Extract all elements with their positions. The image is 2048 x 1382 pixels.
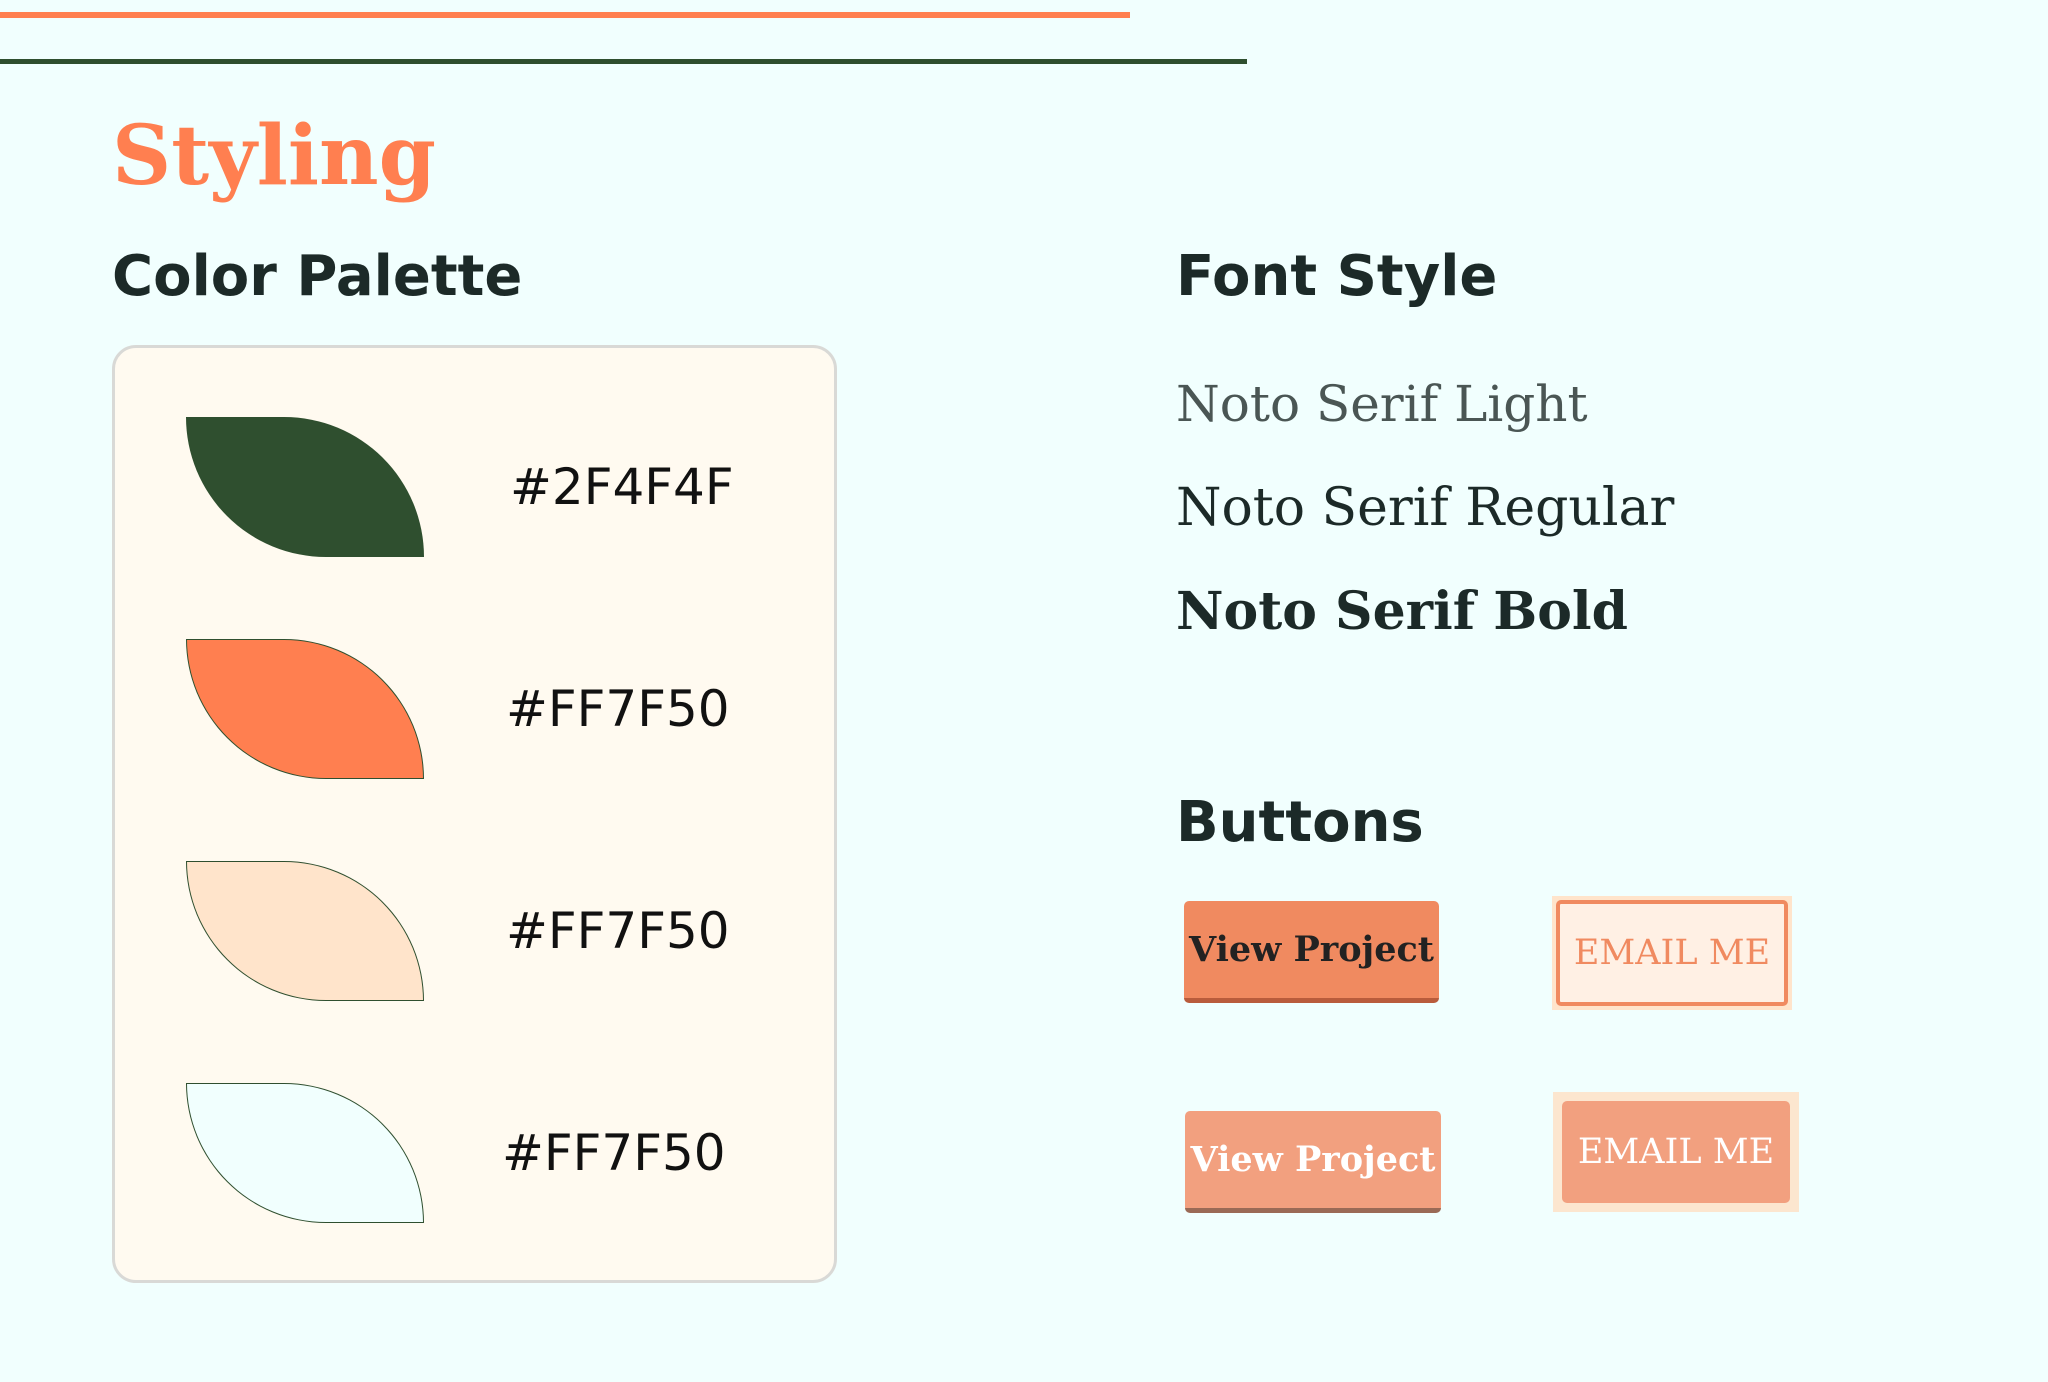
font-sample-bold: Noto Serif Bold bbox=[1176, 581, 1629, 642]
font-style-heading: Font Style bbox=[1176, 244, 1498, 309]
color-swatch bbox=[186, 1083, 424, 1223]
email-me-filled-label: EMAIL ME bbox=[1562, 1101, 1790, 1203]
page-title: Styling bbox=[112, 108, 436, 204]
swatch-row: #2F4F4F bbox=[115, 417, 834, 557]
color-swatch bbox=[186, 639, 424, 779]
swatch-hex-label: #FF7F50 bbox=[506, 680, 730, 738]
font-sample-regular: Noto Serif Regular bbox=[1176, 478, 1675, 538]
swatch-row: #FF7F50 bbox=[115, 1083, 834, 1223]
email-me-outline-label: EMAIL ME bbox=[1556, 900, 1788, 1006]
email-me-filled-button[interactable]: EMAIL ME bbox=[1553, 1092, 1799, 1212]
swatch-hex-label: #2F4F4F bbox=[510, 458, 734, 516]
font-sample-light: Noto Serif Light bbox=[1176, 375, 1588, 433]
swatch-row: #FF7F50 bbox=[115, 639, 834, 779]
swatch-row: #FF7F50 bbox=[115, 861, 834, 1001]
top-green-rule bbox=[0, 59, 1247, 64]
swatch-hex-label: #FF7F50 bbox=[506, 902, 730, 960]
view-project-hover-button[interactable]: View Project bbox=[1185, 1111, 1441, 1213]
top-orange-rule bbox=[0, 12, 1130, 18]
color-palette-heading: Color Palette bbox=[112, 244, 523, 309]
color-swatch bbox=[186, 861, 424, 1001]
swatch-hex-label: #FF7F50 bbox=[502, 1124, 726, 1182]
buttons-heading: Buttons bbox=[1176, 790, 1424, 855]
color-swatch bbox=[186, 417, 424, 557]
color-palette-card: #2F4F4F #FF7F50 #FF7F50 #FF7F50 bbox=[112, 345, 837, 1283]
email-me-outline-button[interactable]: EMAIL ME bbox=[1552, 896, 1792, 1010]
view-project-button[interactable]: View Project bbox=[1184, 901, 1439, 1003]
